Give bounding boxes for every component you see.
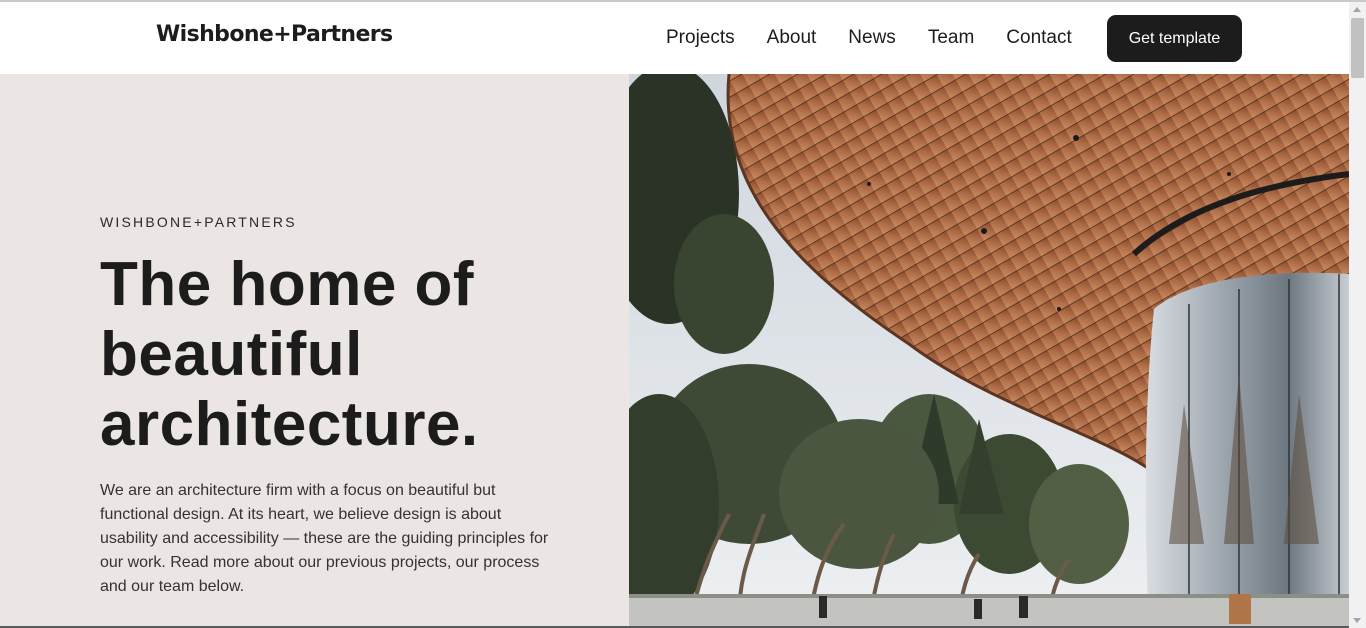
page-scrollbar[interactable] [1349, 2, 1366, 628]
site-logo[interactable]: Wishbone+Partners [156, 22, 393, 47]
hero-eyebrow: WISHBONE+PARTNERS [100, 214, 297, 230]
hero-headline: The home of beautiful architecture. [100, 250, 479, 459]
scroll-up-icon[interactable] [1353, 7, 1361, 12]
get-template-button[interactable]: Get template [1107, 15, 1242, 62]
hero-intro-text: We are an architecture firm with a focus… [100, 482, 549, 595]
scrollbar-thumb[interactable] [1351, 18, 1364, 78]
scroll-down-icon[interactable] [1353, 618, 1361, 623]
building-photo-illustration [629, 74, 1349, 628]
hero-text-panel: WISHBONE+PARTNERS The home of beautiful … [0, 74, 629, 628]
site-header: Wishbone+Partners Projects About News Te… [0, 2, 1349, 74]
hero-image [629, 74, 1349, 628]
nav-news[interactable]: News [848, 26, 896, 50]
nav-about[interactable]: About [767, 26, 817, 50]
nav-team[interactable]: Team [928, 26, 974, 50]
nav-contact[interactable]: Contact [1006, 26, 1071, 50]
main-nav: Projects About News Team Contact [666, 26, 1104, 50]
nav-projects[interactable]: Projects [666, 26, 735, 50]
